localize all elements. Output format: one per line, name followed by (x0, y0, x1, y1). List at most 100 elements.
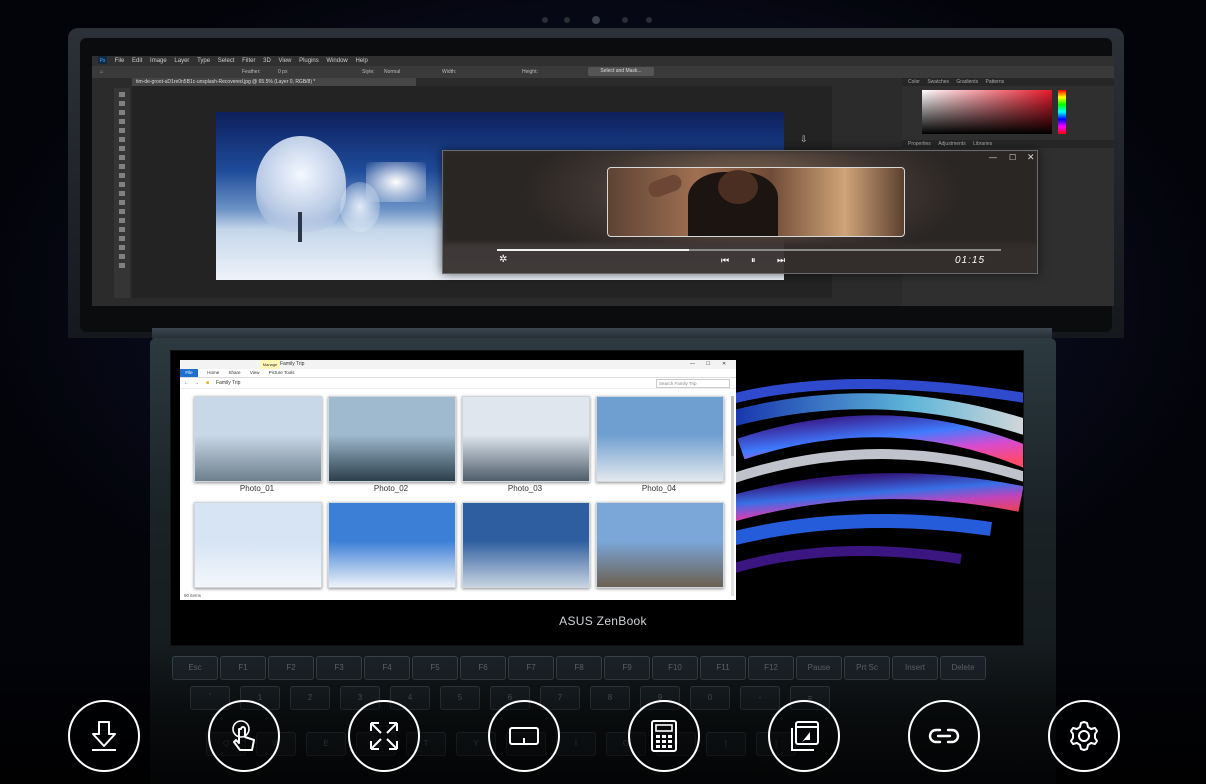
download-icon (92, 721, 116, 751)
tree-trunk (298, 212, 302, 242)
eraser-tool-icon[interactable] (119, 182, 125, 187)
back-icon[interactable]: ← (184, 378, 189, 388)
feature-trackpad-button[interactable] (488, 700, 560, 772)
color-picker-field[interactable] (922, 90, 1052, 134)
photoshop-options-bar: ⌂ Feather: 0 px Style: Normal Width: Hei… (92, 66, 1114, 78)
photo-thumbnail[interactable] (596, 502, 724, 588)
photo-thumbnail[interactable] (462, 502, 590, 588)
zoom-tool-icon[interactable] (119, 263, 125, 268)
feature-numpad-button[interactable] (628, 700, 700, 772)
maximize-icon[interactable]: ☐ (1009, 153, 1016, 162)
menu-file[interactable]: File (115, 56, 125, 66)
minimize-icon[interactable]: — (989, 153, 997, 162)
eyedropper-tool-icon[interactable] (119, 137, 125, 142)
ribbon-view[interactable]: View (250, 370, 260, 375)
expand-icon (370, 722, 398, 750)
next-icon[interactable]: ⏭ (777, 255, 785, 266)
feature-app-switch-button[interactable] (768, 700, 840, 772)
trackpad-icon (509, 727, 539, 745)
lasso-tool-icon[interactable] (119, 110, 125, 115)
menu-plugins[interactable]: Plugins (299, 56, 319, 66)
address-path[interactable]: Family Trip (216, 378, 240, 388)
crop-tool-icon[interactable] (119, 128, 125, 133)
tab-libraries[interactable]: Libraries (973, 141, 992, 147)
brush-tool-icon[interactable] (119, 155, 125, 160)
hand-tool-icon[interactable] (119, 254, 125, 259)
video-frame[interactable] (607, 167, 905, 237)
scrollbar-thumb[interactable] (731, 396, 734, 456)
ribbon-share[interactable]: Share (229, 370, 241, 375)
shape-tool-icon[interactable] (119, 245, 125, 250)
photo-thumbnail[interactable] (462, 396, 590, 482)
abstract-swirl-wallpaper (731, 379, 1023, 574)
forward-icon[interactable]: → (194, 378, 199, 388)
menu-3d[interactable]: 3D (263, 56, 271, 66)
marquee-tool-icon[interactable] (119, 101, 125, 106)
previous-icon[interactable]: ⏮ (721, 255, 729, 266)
menu-window[interactable]: Window (326, 56, 347, 66)
feather-input[interactable]: 0 px (278, 69, 287, 75)
photo-thumbnail[interactable] (194, 502, 322, 588)
wand-tool-icon[interactable] (119, 119, 125, 124)
dodge-tool-icon[interactable] (119, 209, 125, 214)
settings-icon[interactable]: ✲ (499, 254, 507, 265)
explorer-address-bar: ← → ■ Family Trip Search Family Trip (180, 378, 736, 389)
photoshop-logo-icon: Ps (98, 56, 107, 65)
heal-tool-icon[interactable] (119, 146, 125, 151)
touch-icon (232, 720, 255, 751)
type-tool-icon[interactable] (119, 227, 125, 232)
move-tool-icon[interactable] (119, 92, 125, 97)
minimize-icon[interactable]: — (690, 360, 695, 369)
feature-expand-button[interactable] (348, 700, 420, 772)
menu-help[interactable]: Help (355, 56, 367, 66)
tab-patterns[interactable]: Patterns (986, 79, 1005, 85)
photo-label: Photo_04 (641, 484, 677, 493)
maximize-icon[interactable]: ☐ (706, 360, 710, 369)
photo-thumbnail[interactable] (596, 396, 724, 482)
feature-settings-button[interactable] (1048, 700, 1120, 772)
photo-label: Photo_03 (507, 484, 543, 493)
hue-slider[interactable] (1058, 90, 1066, 134)
tab-adjustments[interactable]: Adjustments (938, 141, 966, 147)
explorer-title: Family Trip (280, 361, 305, 367)
photo-thumbnail[interactable] (194, 396, 322, 482)
photo-thumbnail[interactable] (328, 396, 456, 482)
search-input[interactable]: Search Family Trip (656, 379, 730, 388)
tab-swatches[interactable]: Swatches (927, 79, 949, 85)
history-brush-icon[interactable] (119, 173, 125, 178)
menu-filter[interactable]: Filter (242, 56, 255, 66)
path-tool-icon[interactable] (119, 236, 125, 241)
tab-gradients[interactable]: Gradients (956, 79, 978, 85)
video-progress-bar[interactable] (497, 249, 1001, 251)
blur-tool-icon[interactable] (119, 200, 125, 205)
document-tab[interactable]: tim-de-groot-uD1re0n5B1c-unsplash-Recove… (132, 78, 416, 86)
pen-tool-icon[interactable] (119, 218, 125, 223)
feature-link-button[interactable] (908, 700, 980, 772)
scrollbar[interactable] (731, 396, 734, 596)
select-and-mask-button[interactable]: Select and Mask... (588, 67, 654, 76)
ribbon-home[interactable]: Home (207, 370, 219, 375)
feature-touch-button[interactable] (208, 700, 280, 772)
close-icon[interactable]: ✕ (722, 360, 726, 369)
photo-thumbnail[interactable] (328, 502, 456, 588)
tab-properties[interactable]: Properties (908, 141, 931, 147)
tab-color[interactable]: Color (908, 79, 920, 85)
pause-icon[interactable]: ⏸ (751, 255, 756, 266)
status-item-count: 90 items (184, 593, 202, 598)
menu-view[interactable]: View (278, 56, 291, 66)
ribbon-picture-tools[interactable]: Picture Tools (269, 370, 295, 375)
menu-type[interactable]: Type (197, 56, 210, 66)
menu-select[interactable]: Select (218, 56, 235, 66)
gradient-tool-icon[interactable] (119, 191, 125, 196)
folder-icon: ■ (206, 380, 210, 386)
style-select[interactable]: Normal (384, 69, 400, 75)
menu-edit[interactable]: Edit (132, 56, 142, 66)
home-icon[interactable]: ⌂ (100, 69, 103, 75)
feature-download-button[interactable] (68, 700, 140, 772)
ribbon-file[interactable]: File (180, 369, 198, 377)
manage-tab[interactable]: Manage (260, 360, 280, 369)
menu-layer[interactable]: Layer (174, 56, 189, 66)
close-icon[interactable]: ✕ (1027, 152, 1035, 163)
menu-image[interactable]: Image (150, 56, 167, 66)
stamp-tool-icon[interactable] (119, 164, 125, 169)
